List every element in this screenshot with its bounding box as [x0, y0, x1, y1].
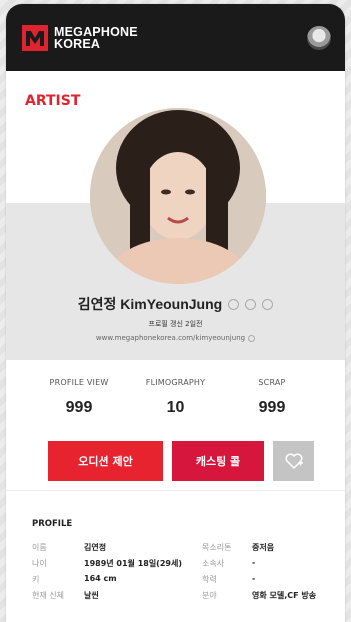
profile-grid: 이름 김연정 목소리톤 중저음 나이 1989년 01월 18일(29세) 소속…: [32, 543, 317, 600]
stat-filmography: FLIMOGRAPHY 10: [145, 378, 206, 416]
artist-photo: [90, 108, 266, 284]
youtube-icon[interactable]: [262, 298, 274, 310]
profile-updated: 프로필 갱신 2일전: [148, 320, 203, 328]
heart-plus-icon: [285, 453, 303, 470]
stats: PROFILE VIEW 999 FLIMOGRAPHY 10 SCRAP 99…: [6, 360, 345, 417]
facebook-icon[interactable]: [228, 298, 240, 310]
logo-text: MEGAPHONE KOREA: [54, 24, 138, 51]
link-icon[interactable]: [248, 334, 256, 342]
profile-section: PROFILE 이름 김연정 목소리톤 중저음 나이 1989년 01월 18일…: [6, 490, 345, 622]
audition-button[interactable]: 오디션 제안: [48, 441, 163, 481]
artist-info: 김연정 KimYeounJung 프로필 갱신 2일전 www.megaphon…: [6, 294, 345, 342]
logo[interactable]: MEGAPHONE KOREA: [22, 24, 138, 51]
stats-area: PROFILE VIEW 999 FLIMOGRAPHY 10 SCRAP 99…: [6, 360, 345, 490]
user-avatar[interactable]: [307, 25, 331, 50]
artist-name: 김연정 KimYeounJung: [77, 296, 223, 312]
instagram-icon[interactable]: [245, 298, 257, 310]
stat-scrap: SCRAP 999: [258, 378, 286, 416]
action-buttons: 오디션 제안 캐스팅 콜: [6, 417, 345, 481]
casting-call-button[interactable]: 캐스팅 콜: [172, 441, 264, 481]
scrap-button[interactable]: [273, 441, 314, 481]
top-bar: MEGAPHONE KOREA: [6, 4, 345, 71]
app-frame: MEGAPHONE KOREA ARTIST 김연정 KimYeounJung: [6, 4, 345, 622]
stat-profile-view: PROFILE VIEW 999: [49, 378, 109, 416]
profile-title: PROFILE: [32, 519, 73, 529]
megaphone-logo-icon: [22, 24, 48, 51]
profile-url[interactable]: www.megaphonekorea.com/kimyeounjung: [6, 334, 345, 342]
